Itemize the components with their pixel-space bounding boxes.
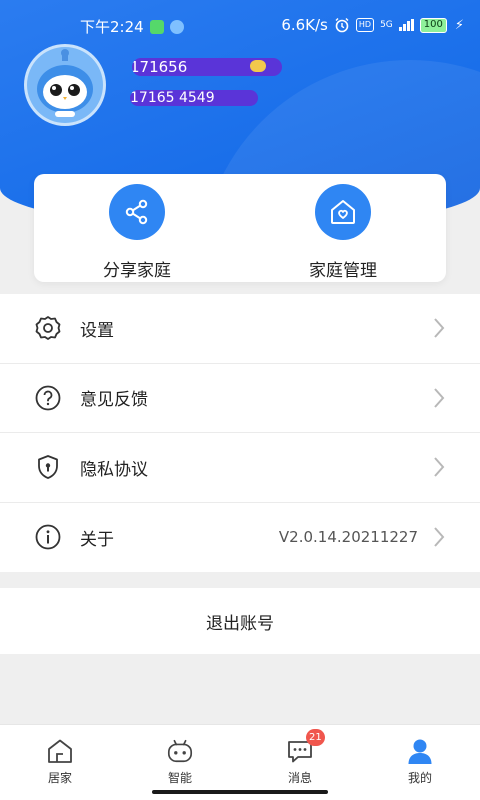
home-icon [46,737,74,765]
nav-tab-smart[interactable]: 智能 [120,725,240,800]
nav-tab-mine[interactable]: 我的 [360,725,480,800]
question-icon [34,384,62,412]
settings-menu: 设置 意见反馈 隐私协议 关于 V2.0.14.20211227 [0,294,480,572]
family-management-circle [315,184,371,240]
wechat-icon [149,19,164,34]
nav-tab-messages[interactable]: 21 消息 [240,725,360,800]
menu-item-privacy[interactable]: 隐私协议 [0,433,480,503]
app-icon [169,19,184,34]
chevron-right-icon [434,527,445,547]
vip-badge [250,60,266,72]
logout-button[interactable]: 退出账号 [0,588,480,654]
charging-icon: ⚡ [454,17,464,33]
share-button-circle [109,184,165,240]
profile-phone: 17165 4549 [130,90,258,106]
profile-page: 下午2:24 6.6K/s HD 5G 100 ⚡ 171656 17165 4… [0,0,480,800]
family-management-button[interactable]: 家庭管理 [240,174,446,282]
share-icon [125,199,148,225]
family-management-label: 家庭管理 [309,261,377,281]
message-count-badge: 21 [306,729,325,746]
status-time: 下午2:24 [80,18,144,36]
battery-icon: 100 [419,17,447,33]
alarm-icon [335,18,349,33]
nav-label-smart: 智能 [167,771,192,785]
status-right: 6.6K/s HD 5G 100 ⚡ [281,16,464,34]
logout-label: 退出账号 [206,613,274,634]
nav-tab-home[interactable]: 居家 [0,725,120,800]
robot-icon [166,737,194,765]
status-left: 下午2:24 [80,16,184,37]
family-card: 分享家庭 家庭管理 [34,174,446,282]
nav-label-home: 居家 [47,771,72,785]
menu-item-feedback[interactable]: 意见反馈 [0,364,480,433]
menu-label-settings: 设置 [80,320,114,341]
menu-item-about[interactable]: 关于 V2.0.14.20211227 [0,503,480,573]
menu-label-privacy: 隐私协议 [80,459,148,480]
home-heart-icon [331,200,355,224]
avatar[interactable] [24,44,106,126]
chevron-right-icon [434,457,445,477]
settings-icon [34,314,62,342]
person-icon [406,737,434,765]
nav-label-messages: 消息 [287,771,312,785]
bottom-nav: 居家 智能 21 消息 我的 [0,724,480,800]
info-icon [34,523,62,551]
shield-icon [34,453,62,481]
app-version: V2.0.14.20211227 [278,528,418,547]
network-type: 5G [380,20,393,30]
chevron-right-icon [434,388,445,408]
network-speed: 6.6K/s [281,16,328,34]
hd-icon: HD [355,18,375,32]
signal-icon [398,19,414,31]
share-family-button[interactable]: 分享家庭 [34,174,240,282]
chevron-right-icon [434,318,445,338]
menu-label-feedback: 意见反馈 [80,390,148,411]
nav-label-mine: 我的 [407,771,432,785]
home-indicator [152,790,328,794]
menu-label-about: 关于 [80,529,114,550]
menu-item-settings[interactable]: 设置 [0,294,480,364]
battery-level: 100 [419,17,447,33]
share-family-label: 分享家庭 [103,261,171,281]
robot-avatar-icon [37,49,93,117]
